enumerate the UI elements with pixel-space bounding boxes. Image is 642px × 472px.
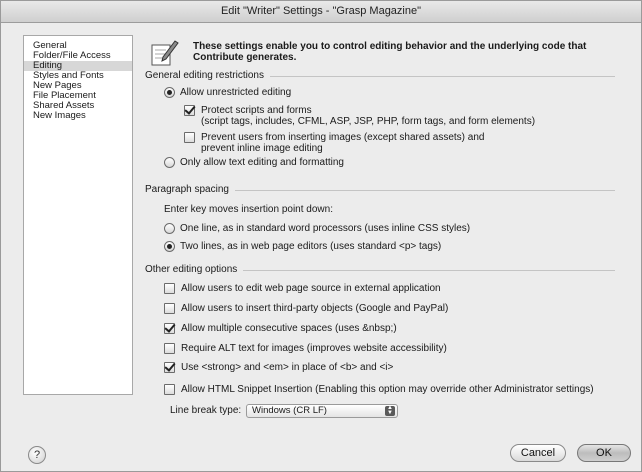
checkbox-label: Allow users to insert third-party object… [181, 303, 449, 314]
checkbox[interactable] [184, 132, 195, 143]
checkbox-strong-em[interactable]: Use <strong> and <em> in place of <b> an… [164, 362, 393, 373]
section-divider [234, 190, 615, 191]
checkbox-third-party-objects[interactable]: Allow users to insert third-party object… [164, 303, 448, 314]
checkbox-prevent-images[interactable]: Prevent users from inserting images (exc… [184, 132, 484, 154]
checkbox[interactable] [164, 323, 175, 334]
checkbox-label: Allow users to edit web page source in e… [181, 283, 441, 294]
radio-label: One line, as in standard word processors… [180, 223, 471, 234]
section-divider [243, 270, 615, 271]
checkbox[interactable] [164, 283, 175, 294]
checkbox-label: Protect scripts and forms (script tags, … [201, 105, 535, 127]
checkbox-label: Allow HTML Snippet Insertion (Enabling t… [181, 384, 594, 395]
checkbox[interactable] [184, 105, 195, 116]
line-break-select[interactable]: Windows (CR LF) ▲ ▼ [246, 404, 398, 418]
radio-two-lines[interactable]: Two lines, as in web page editors (uses … [164, 241, 441, 252]
section-other-options: Other editing options [145, 264, 615, 276]
checkbox[interactable] [164, 343, 175, 354]
radio-label: Only allow text editing and formatting [180, 157, 344, 168]
checkbox-html-snippet[interactable]: Allow HTML Snippet Insertion (Enabling t… [164, 384, 594, 395]
radio-label: Allow unrestricted editing [180, 87, 292, 98]
checkbox-label: Require ALT text for images (improves we… [181, 343, 447, 354]
section-paragraph-heading: Paragraph spacing [145, 184, 229, 195]
intro-line-1: These settings enable you to control edi… [193, 41, 587, 52]
cancel-button[interactable]: Cancel [510, 444, 566, 462]
checkbox[interactable] [164, 384, 175, 395]
prevent-images-line-2: prevent inline image editing [201, 143, 323, 154]
radio-one-line[interactable]: One line, as in standard word processors… [164, 223, 470, 234]
checkbox-consecutive-spaces[interactable]: Allow multiple consecutive spaces (uses … [164, 323, 397, 334]
checkbox-label: Use <strong> and <em> in place of <b> an… [181, 362, 394, 373]
checkbox[interactable] [164, 303, 175, 314]
radio-button[interactable] [164, 223, 175, 234]
section-general-editing: General editing restrictions [145, 70, 615, 82]
sidebar-item-new-images[interactable]: New Images [24, 111, 132, 121]
radio-label: Two lines, as in web page editors (uses … [180, 241, 442, 252]
line-break-label: Line break type: [170, 405, 242, 416]
radio-allow-unrestricted[interactable]: Allow unrestricted editing [164, 87, 291, 98]
radio-button[interactable] [164, 241, 175, 252]
settings-dialog: Edit "Writer" Settings - "Grasp Magazine… [0, 0, 642, 472]
pencil-icon [151, 40, 179, 66]
intro-text: These settings enable you to control edi… [193, 41, 613, 63]
radio-button[interactable] [164, 87, 175, 98]
radio-button[interactable] [164, 157, 175, 168]
chevron-updown-icon: ▲ ▼ [385, 405, 395, 416]
checkbox-require-alt-text[interactable]: Require ALT text for images (improves we… [164, 343, 447, 354]
section-paragraph-spacing: Paragraph spacing [145, 184, 615, 196]
checkbox-label: Prevent users from inserting images (exc… [201, 132, 484, 154]
line-break-value: Windows (CR LF) [252, 405, 327, 416]
section-other-heading: Other editing options [145, 264, 238, 275]
section-general-heading: General editing restrictions [145, 70, 264, 81]
ok-button[interactable]: OK [577, 444, 631, 462]
category-list[interactable]: General Folder/File Access Editing Style… [23, 35, 133, 395]
window-title: Edit "Writer" Settings - "Grasp Magazine… [1, 1, 641, 23]
checkbox-protect-scripts[interactable]: Protect scripts and forms (script tags, … [184, 105, 535, 127]
protect-scripts-detail: (script tags, includes, CFML, ASP, JSP, … [201, 116, 536, 127]
help-button[interactable]: ? [28, 446, 46, 464]
checkbox-edit-source-external[interactable]: Allow users to edit web page source in e… [164, 283, 441, 294]
checkbox[interactable] [164, 362, 175, 373]
section-divider [269, 76, 615, 77]
prevent-images-line-1: Prevent users from inserting images (exc… [201, 132, 485, 143]
enter-key-prompt: Enter key moves insertion point down: [164, 204, 333, 215]
intro-line-2: Contribute generates. [193, 52, 297, 63]
radio-only-text-editing[interactable]: Only allow text editing and formatting [164, 157, 344, 168]
protect-scripts-label: Protect scripts and forms [201, 105, 312, 116]
checkbox-label: Allow multiple consecutive spaces (uses … [181, 323, 397, 334]
